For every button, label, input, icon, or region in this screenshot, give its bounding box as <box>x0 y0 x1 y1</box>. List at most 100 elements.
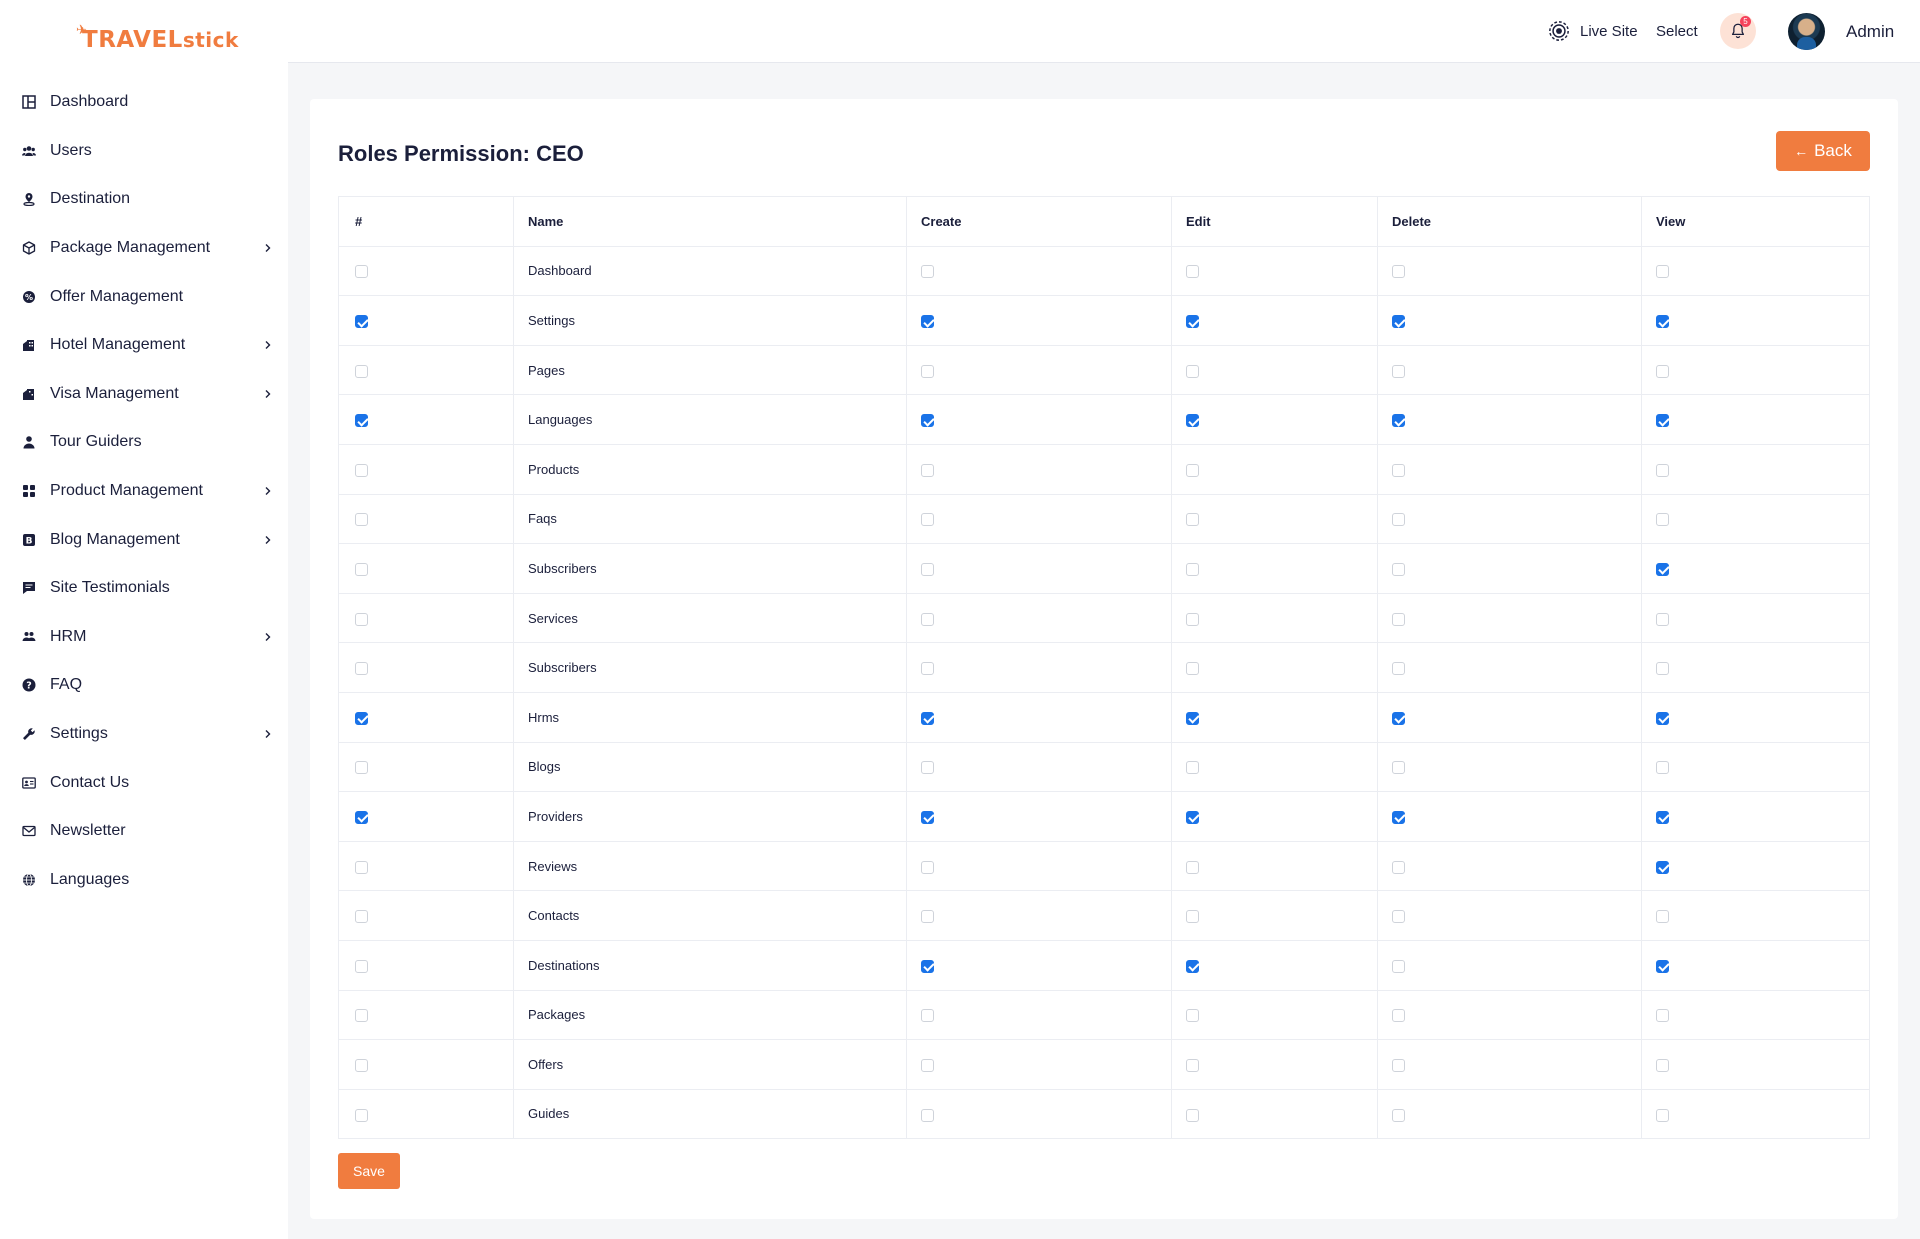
checkbox-delete[interactable] <box>1392 1108 1405 1122</box>
chevron-right-icon[interactable] <box>264 535 272 545</box>
chevron-right-icon[interactable] <box>264 729 272 739</box>
checkbox-all[interactable] <box>355 562 368 576</box>
back-button[interactable]: ← Back <box>1776 131 1870 171</box>
checkbox-view[interactable] <box>1656 761 1669 775</box>
checkbox-edit[interactable] <box>1186 265 1199 279</box>
checkbox-edit[interactable] <box>1186 1058 1199 1072</box>
checkbox-edit[interactable] <box>1186 910 1199 924</box>
checkbox-create[interactable] <box>921 1009 934 1023</box>
checkbox-all[interactable] <box>355 612 368 626</box>
checkbox-create[interactable] <box>921 315 934 329</box>
checkbox-all[interactable] <box>355 1058 368 1072</box>
checkbox-create[interactable] <box>921 612 934 626</box>
sidebar-item-site-testimonials[interactable]: Site Testimonials <box>0 564 288 613</box>
checkbox-edit[interactable] <box>1186 860 1199 874</box>
checkbox-create[interactable] <box>921 364 934 378</box>
checkbox-all[interactable] <box>355 810 368 824</box>
checkbox-all[interactable] <box>355 959 368 973</box>
checkbox-delete[interactable] <box>1392 761 1405 775</box>
checkbox-edit[interactable] <box>1186 711 1199 725</box>
checkbox-all[interactable] <box>355 463 368 477</box>
sidebar-item-tour-guiders[interactable]: Tour Guiders <box>0 418 288 467</box>
checkbox-view[interactable] <box>1656 612 1669 626</box>
checkbox-create[interactable] <box>921 414 934 428</box>
checkbox-create[interactable] <box>921 810 934 824</box>
checkbox-view[interactable] <box>1656 562 1669 576</box>
checkbox-delete[interactable] <box>1392 860 1405 874</box>
sidebar-item-hotel-management[interactable]: Hotel Management <box>0 321 288 370</box>
checkbox-delete[interactable] <box>1392 562 1405 576</box>
chevron-right-icon[interactable] <box>264 632 272 642</box>
checkbox-edit[interactable] <box>1186 810 1199 824</box>
sidebar-item-users[interactable]: Users <box>0 127 288 176</box>
checkbox-edit[interactable] <box>1186 364 1199 378</box>
checkbox-view[interactable] <box>1656 810 1669 824</box>
chevron-right-icon[interactable] <box>264 340 272 350</box>
live-site-link[interactable]: Live Site <box>1548 20 1638 42</box>
checkbox-delete[interactable] <box>1392 414 1405 428</box>
checkbox-delete[interactable] <box>1392 1009 1405 1023</box>
sidebar-item-visa-management[interactable]: Visa Management <box>0 370 288 419</box>
checkbox-delete[interactable] <box>1392 612 1405 626</box>
checkbox-view[interactable] <box>1656 414 1669 428</box>
checkbox-all[interactable] <box>355 1009 368 1023</box>
sidebar-item-offer-management[interactable]: % Offer Management <box>0 272 288 321</box>
checkbox-delete[interactable] <box>1392 364 1405 378</box>
checkbox-all[interactable] <box>355 910 368 924</box>
checkbox-delete[interactable] <box>1392 810 1405 824</box>
sidebar-item-contact-us[interactable]: Contact Us <box>0 758 288 807</box>
checkbox-all[interactable] <box>355 662 368 676</box>
checkbox-all[interactable] <box>355 711 368 725</box>
chevron-right-icon[interactable] <box>264 389 272 399</box>
notifications-button[interactable]: 5 <box>1720 13 1756 49</box>
checkbox-edit[interactable] <box>1186 513 1199 527</box>
checkbox-view[interactable] <box>1656 711 1669 725</box>
checkbox-view[interactable] <box>1656 315 1669 329</box>
checkbox-view[interactable] <box>1656 364 1669 378</box>
checkbox-all[interactable] <box>355 513 368 527</box>
checkbox-view[interactable] <box>1656 959 1669 973</box>
checkbox-delete[interactable] <box>1392 265 1405 279</box>
sidebar-item-newsletter[interactable]: Newsletter <box>0 807 288 856</box>
checkbox-edit[interactable] <box>1186 761 1199 775</box>
checkbox-create[interactable] <box>921 562 934 576</box>
checkbox-edit[interactable] <box>1186 1108 1199 1122</box>
checkbox-edit[interactable] <box>1186 1009 1199 1023</box>
sidebar-item-destination[interactable]: Destination <box>0 175 288 224</box>
checkbox-view[interactable] <box>1656 1108 1669 1122</box>
checkbox-create[interactable] <box>921 463 934 477</box>
checkbox-create[interactable] <box>921 711 934 725</box>
checkbox-view[interactable] <box>1656 860 1669 874</box>
checkbox-delete[interactable] <box>1392 513 1405 527</box>
checkbox-edit[interactable] <box>1186 562 1199 576</box>
sidebar-item-languages[interactable]: Languages <box>0 856 288 905</box>
sidebar-item-faq[interactable]: ? FAQ <box>0 661 288 710</box>
language-select[interactable]: Select <box>1656 23 1698 40</box>
sidebar-item-package-management[interactable]: Package Management <box>0 224 288 273</box>
checkbox-delete[interactable] <box>1392 711 1405 725</box>
checkbox-edit[interactable] <box>1186 662 1199 676</box>
checkbox-view[interactable] <box>1656 910 1669 924</box>
checkbox-create[interactable] <box>921 662 934 676</box>
checkbox-delete[interactable] <box>1392 315 1405 329</box>
checkbox-all[interactable] <box>355 315 368 329</box>
checkbox-edit[interactable] <box>1186 463 1199 477</box>
chevron-right-icon[interactable] <box>264 243 272 253</box>
brand-logo[interactable]: ✈ TRAVELstick <box>76 20 239 60</box>
checkbox-all[interactable] <box>355 265 368 279</box>
checkbox-create[interactable] <box>921 761 934 775</box>
checkbox-all[interactable] <box>355 761 368 775</box>
checkbox-create[interactable] <box>921 910 934 924</box>
checkbox-all[interactable] <box>355 364 368 378</box>
checkbox-create[interactable] <box>921 1058 934 1072</box>
save-button[interactable]: Save <box>338 1153 400 1189</box>
user-name[interactable]: Admin <box>1846 22 1894 42</box>
checkbox-view[interactable] <box>1656 463 1669 477</box>
sidebar-item-hrm[interactable]: HRM <box>0 613 288 662</box>
checkbox-delete[interactable] <box>1392 959 1405 973</box>
checkbox-view[interactable] <box>1656 662 1669 676</box>
checkbox-delete[interactable] <box>1392 463 1405 477</box>
sidebar-item-product-management[interactable]: Product Management <box>0 467 288 516</box>
checkbox-edit[interactable] <box>1186 612 1199 626</box>
sidebar-item-dashboard[interactable]: Dashboard <box>0 78 288 127</box>
